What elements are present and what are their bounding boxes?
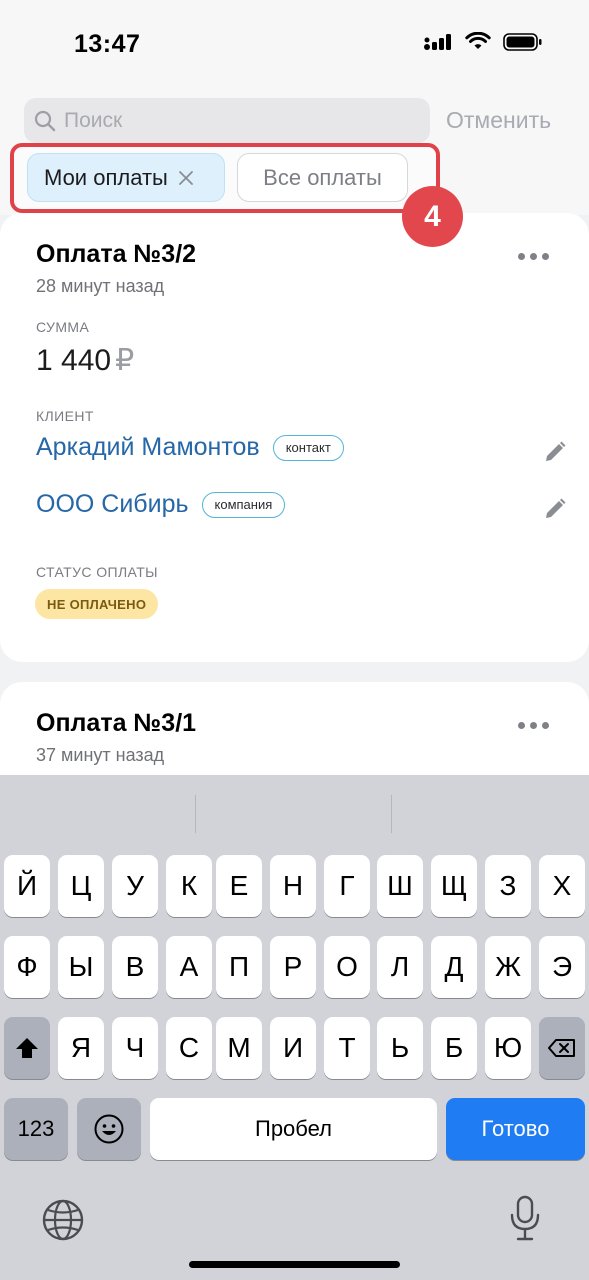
key[interactable]: Ю: [485, 1017, 531, 1079]
backspace-icon: [548, 1039, 575, 1057]
status-time: 13:47: [74, 30, 141, 58]
status-badge: НЕ ОПЛАЧЕНО: [35, 589, 159, 619]
more-dot-icon: [518, 253, 525, 260]
payment-status-label: СТАТУС ОПЛАТЫ: [36, 564, 158, 580]
key[interactable]: Ш: [377, 855, 423, 917]
more-options-button[interactable]: [518, 722, 549, 729]
client-label: КЛИЕНТ: [36, 408, 94, 424]
key[interactable]: Р: [270, 936, 316, 998]
cancel-button[interactable]: Отменить: [446, 107, 551, 134]
filter-chip-my-payments-label: Мои оплаты: [44, 164, 168, 190]
keyboard: Й Ц У К Е Н Г Ш Щ З Х Ф Ы В А П Р О Л Д …: [0, 775, 589, 1280]
status-icons: [423, 32, 543, 52]
space-key[interactable]: Пробел: [150, 1098, 437, 1160]
step-number-badge: 4: [402, 186, 463, 247]
payment-title: Оплата №3/1: [36, 709, 197, 737]
microphone-icon[interactable]: [508, 1194, 542, 1242]
key[interactable]: Ь: [377, 1017, 423, 1079]
home-indicator: [189, 1261, 400, 1268]
key[interactable]: С: [166, 1017, 212, 1079]
client-type-tag: компания: [201, 491, 286, 518]
search-bar[interactable]: [24, 98, 430, 143]
more-dot-icon: [530, 722, 537, 729]
key[interactable]: Ф: [4, 936, 50, 998]
key[interactable]: М: [216, 1017, 262, 1079]
key[interactable]: О: [324, 936, 370, 998]
key[interactable]: Ж: [485, 936, 531, 998]
client-link[interactable]: ООО Сибирь: [36, 490, 189, 519]
key[interactable]: Х: [539, 855, 585, 917]
key[interactable]: З: [485, 855, 531, 917]
key[interactable]: В: [112, 936, 158, 998]
client-type-tag: контакт: [272, 434, 344, 461]
pencil-icon[interactable]: [543, 440, 567, 464]
client-row: Аркадий Мамонтов контакт: [36, 433, 344, 462]
shift-icon: [16, 1038, 38, 1058]
numbers-key[interactable]: 123: [4, 1098, 68, 1160]
key[interactable]: Я: [58, 1017, 104, 1079]
client-link[interactable]: Аркадий Мамонтов: [36, 433, 260, 462]
key[interactable]: Г: [324, 855, 370, 917]
more-dot-icon: [518, 722, 525, 729]
close-icon[interactable]: [178, 170, 194, 186]
more-dot-icon: [530, 253, 537, 260]
key[interactable]: Т: [324, 1017, 370, 1079]
emoji-key[interactable]: [77, 1098, 141, 1160]
key[interactable]: Н: [270, 855, 316, 917]
search-input[interactable]: [64, 108, 404, 133]
done-key[interactable]: Готово: [446, 1098, 585, 1160]
payment-title: Оплата №3/2: [36, 240, 197, 268]
payment-card[interactable]: Оплата №3/2 28 минут назад СУММА 1 440 ₽ …: [0, 213, 589, 662]
backspace-key[interactable]: [539, 1017, 585, 1079]
search-icon: [34, 110, 56, 131]
key[interactable]: Э: [539, 936, 585, 998]
key[interactable]: Д: [431, 936, 477, 998]
battery-icon: [503, 33, 542, 51]
key[interactable]: П: [216, 936, 262, 998]
signal-icon: [424, 34, 451, 50]
suggestion-divider: [391, 795, 392, 833]
globe-icon[interactable]: [41, 1198, 85, 1242]
suggestion-divider: [195, 795, 196, 833]
emoji-icon: [94, 1114, 124, 1144]
key[interactable]: Ы: [58, 936, 104, 998]
more-dot-icon: [542, 722, 549, 729]
key[interactable]: У: [112, 855, 158, 917]
key[interactable]: Е: [216, 855, 262, 917]
amount-value: 1 440 ₽: [36, 343, 134, 378]
filter-chip-my-payments[interactable]: Мои оплаты: [27, 153, 225, 202]
key[interactable]: Й: [4, 855, 50, 917]
amount-number: 1 440: [36, 344, 112, 377]
filter-chip-all-payments-label: Все оплаты: [263, 164, 382, 190]
filter-chip-all-payments[interactable]: Все оплаты: [237, 153, 408, 202]
more-dot-icon: [542, 253, 549, 260]
client-row: ООО Сибирь компания: [36, 490, 286, 519]
key[interactable]: Л: [377, 936, 423, 998]
key[interactable]: Щ: [431, 855, 477, 917]
payment-time: 28 минут назад: [36, 276, 165, 296]
key[interactable]: И: [270, 1017, 316, 1079]
amount-label: СУММА: [36, 319, 90, 335]
pencil-icon[interactable]: [543, 497, 567, 521]
wifi-icon: [465, 32, 491, 49]
currency-symbol: ₽: [115, 344, 135, 377]
key[interactable]: К: [166, 855, 212, 917]
more-options-button[interactable]: [518, 253, 549, 260]
key[interactable]: Ц: [58, 855, 104, 917]
payment-time: 37 минут назад: [36, 745, 165, 765]
key[interactable]: А: [166, 936, 212, 998]
key[interactable]: Ч: [112, 1017, 158, 1079]
shift-key[interactable]: [4, 1017, 50, 1079]
key[interactable]: Б: [431, 1017, 477, 1079]
